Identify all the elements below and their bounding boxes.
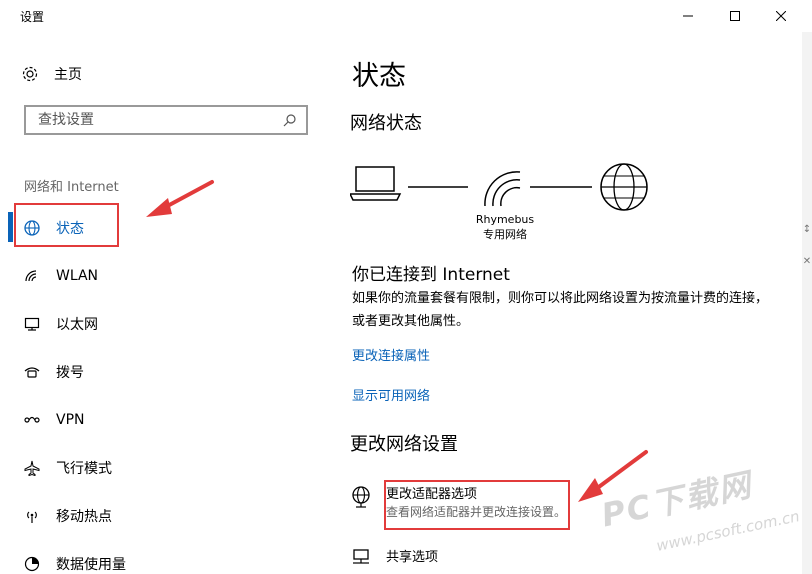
network-type: 专用网络 bbox=[483, 228, 527, 241]
search-icon[interactable] bbox=[280, 113, 300, 127]
change-network-settings-heading: 更改网络设置 bbox=[350, 434, 458, 455]
connection-status-title: 你已连接到 Internet bbox=[352, 265, 510, 285]
wifi-icon bbox=[22, 269, 42, 283]
sidebar-item-label: 移动热点 bbox=[56, 509, 112, 525]
minimize-icon bbox=[683, 15, 693, 17]
hotspot-icon bbox=[22, 508, 42, 524]
sidebar-item-label: VPN bbox=[56, 412, 85, 428]
search-input[interactable] bbox=[36, 111, 280, 129]
sidebar-item-label: 拨号 bbox=[56, 365, 84, 381]
maximize-icon bbox=[730, 11, 740, 21]
close-icon bbox=[776, 11, 786, 21]
sidebar-item-label: WLAN bbox=[56, 268, 99, 284]
annotation-box-adapter bbox=[384, 480, 570, 530]
sidebar-item-wlan[interactable]: WLAN bbox=[0, 252, 330, 300]
show-available-networks-link[interactable]: 显示可用网络 bbox=[352, 385, 430, 404]
connection-description: 如果你的流量套餐有限制，则你可以将此网络设置为按流量计费的连接，或者更改其他属性… bbox=[352, 291, 769, 329]
internet-globe-icon bbox=[600, 163, 648, 211]
sidebar-item-label: 飞行模式 bbox=[56, 461, 112, 477]
network-name: Rhymebus bbox=[475, 213, 535, 226]
sharing-icon bbox=[350, 549, 372, 567]
settings-window: 设置 主页 网络和 Internet bbox=[0, 0, 812, 574]
sharing-options-title: 共享选项 bbox=[386, 550, 439, 565]
section-label: 网络和 Internet bbox=[24, 180, 119, 195]
sidebar-item-vpn[interactable]: VPN bbox=[0, 396, 330, 444]
search-box[interactable] bbox=[24, 105, 308, 135]
minimize-button[interactable] bbox=[665, 0, 711, 32]
home-label: 主页 bbox=[54, 67, 82, 83]
window-title: 设置 bbox=[20, 10, 45, 24]
annotation-box-status bbox=[14, 203, 119, 247]
sidebar-item-dialup[interactable]: 拨号 bbox=[0, 348, 330, 396]
network-name-label: Rhymebus 专用网络 bbox=[450, 212, 560, 242]
title-bar: 设置 bbox=[0, 0, 812, 32]
network-diagram: Rhymebus 专用网络 bbox=[350, 158, 660, 248]
dialup-icon bbox=[22, 365, 42, 379]
laptop-icon bbox=[350, 166, 402, 201]
change-connection-properties-link[interactable]: 更改连接属性 bbox=[352, 345, 430, 364]
sidebar-item-ethernet[interactable]: 以太网 bbox=[0, 300, 330, 348]
sidebar-item-label: 以太网 bbox=[56, 317, 98, 333]
sidebar-item-airplane[interactable]: 飞行模式 bbox=[0, 444, 330, 492]
close-button[interactable] bbox=[758, 0, 804, 32]
sidebar: 主页 网络和 Internet 状态 WLAN bbox=[0, 32, 330, 574]
sidebar-item-label: 数据使用量 bbox=[56, 557, 126, 573]
page-title: 状态 bbox=[352, 61, 406, 92]
vpn-icon bbox=[22, 414, 42, 426]
gear-icon bbox=[20, 65, 40, 83]
ethernet-icon bbox=[22, 316, 42, 332]
home-link[interactable]: 主页 bbox=[20, 62, 82, 86]
nav-list: 状态 WLAN 以太网 拨号 VPN 飞行模式 移动热点 数据使用量 bbox=[0, 204, 330, 574]
sharing-options-item[interactable]: 共享选项 bbox=[350, 549, 438, 567]
scrollbar[interactable] bbox=[802, 32, 812, 574]
sidebar-item-hotspot[interactable]: 移动热点 bbox=[0, 492, 330, 540]
airplane-icon bbox=[22, 460, 42, 476]
scroll-close-icon: ✕ bbox=[802, 256, 812, 267]
adapter-globe-icon bbox=[350, 486, 372, 508]
sidebar-item-data-usage[interactable]: 数据使用量 bbox=[0, 540, 330, 574]
scroll-up-down-icon: ↕ bbox=[802, 224, 812, 235]
maximize-button[interactable] bbox=[712, 0, 758, 32]
data-usage-icon bbox=[22, 556, 42, 572]
network-wifi-icon bbox=[484, 171, 521, 207]
network-status-heading: 网络状态 bbox=[350, 113, 422, 134]
